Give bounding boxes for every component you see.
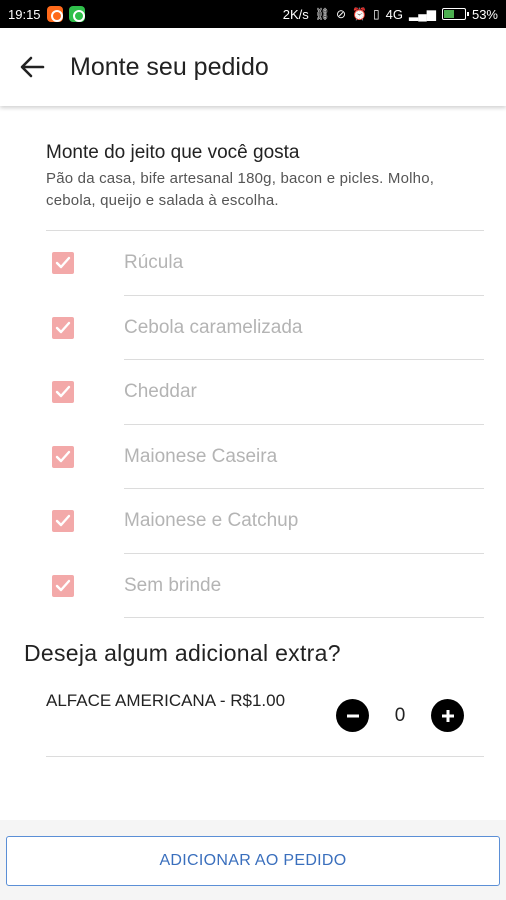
plus-icon — [441, 709, 454, 722]
battery-percent: 53% — [471, 6, 498, 22]
check-icon — [55, 386, 71, 398]
description-text: Pão da casa, bife artesanal 180g, bacon … — [46, 170, 435, 209]
battery-fill — [443, 10, 455, 18]
add-to-order-button[interactable]: ADICIONAR AO PEDIDO — [6, 836, 500, 886]
option-row[interactable]: Sem brinde — [46, 554, 484, 618]
app-bar: Monte seu pedido — [0, 28, 506, 106]
network-type: 4G — [385, 6, 403, 22]
check-icon — [55, 515, 71, 527]
checkbox[interactable] — [52, 252, 74, 275]
quantity-value: 0 — [394, 704, 406, 726]
options-list: Rúcula Cebola caramelizada Cheddar Maionese… — [46, 230, 484, 618]
extras-title: Deseja algum adicional extra? — [24, 640, 341, 666]
status-time: 19:15 — [8, 6, 41, 22]
extra-item-label: ALFACE AMERICANA - R$1.00 — [46, 691, 286, 710]
option-label: Maionese Caseira — [124, 445, 278, 467]
signal-icon: ▂▄▆ — [409, 7, 436, 21]
product-description: Monte do jeito que você gosta Pão da cas… — [46, 142, 482, 212]
check-icon — [55, 321, 71, 333]
extra-item: ALFACE AMERICANA - R$1.00 0 — [46, 685, 484, 757]
green-app-icon — [68, 6, 85, 22]
option-label: Sem brinde — [124, 574, 222, 596]
alarm-icon: ⏰ — [352, 7, 368, 21]
vibrate-icon: ▯ — [373, 7, 380, 21]
option-label: Maionese e Catchup — [124, 510, 299, 532]
check-icon — [55, 450, 71, 462]
quantity-stepper: 0 — [336, 699, 464, 732]
checkbox[interactable] — [52, 574, 74, 597]
option-row[interactable]: Cheddar — [46, 360, 484, 425]
battery-icon — [441, 8, 469, 20]
option-row[interactable]: Maionese e Catchup — [46, 489, 484, 554]
no-sim-icon: ⊘ — [336, 7, 347, 21]
main-content: Monte do jeito que você gosta Pão da cas… — [0, 106, 506, 757]
page-title: Monte seu pedido — [70, 52, 269, 81]
check-icon — [55, 579, 71, 591]
option-label: Rúcula — [124, 252, 184, 274]
status-left: 19:15 — [8, 6, 85, 22]
option-row[interactable]: Cebola caramelizada — [46, 296, 484, 360]
network-speed: 2K/s — [282, 6, 309, 22]
option-label: Cebola caramelizada — [124, 316, 303, 338]
checkbox[interactable] — [52, 510, 74, 533]
checkbox[interactable] — [52, 445, 74, 468]
back-button[interactable] — [4, 39, 60, 95]
checkbox[interactable] — [52, 381, 74, 404]
arrow-left-icon — [20, 56, 45, 78]
status-right: 2K/s ⛓ ⊘ ⏰ ▯ 4G ▂▄▆ 53% — [283, 7, 498, 22]
option-label: Cheddar — [124, 381, 197, 403]
bottom-bar: ADICIONAR AO PEDIDO — [0, 820, 506, 900]
decrement-button[interactable] — [336, 699, 369, 732]
increment-button[interactable] — [431, 699, 464, 732]
check-icon — [55, 257, 71, 269]
option-row[interactable]: Maionese Caseira — [46, 425, 484, 489]
description-title: Monte do jeito que você gosta — [46, 142, 300, 163]
checkbox[interactable] — [52, 316, 74, 339]
option-row[interactable]: Rúcula — [46, 231, 484, 296]
orange-app-icon — [46, 6, 63, 22]
minus-icon — [346, 714, 359, 717]
option-divider — [124, 617, 484, 618]
link-icon: ⛓ — [314, 7, 331, 21]
status-bar: 19:15 2K/s ⛓ ⊘ ⏰ ▯ 4G ▂▄▆ 53% — [0, 0, 506, 28]
